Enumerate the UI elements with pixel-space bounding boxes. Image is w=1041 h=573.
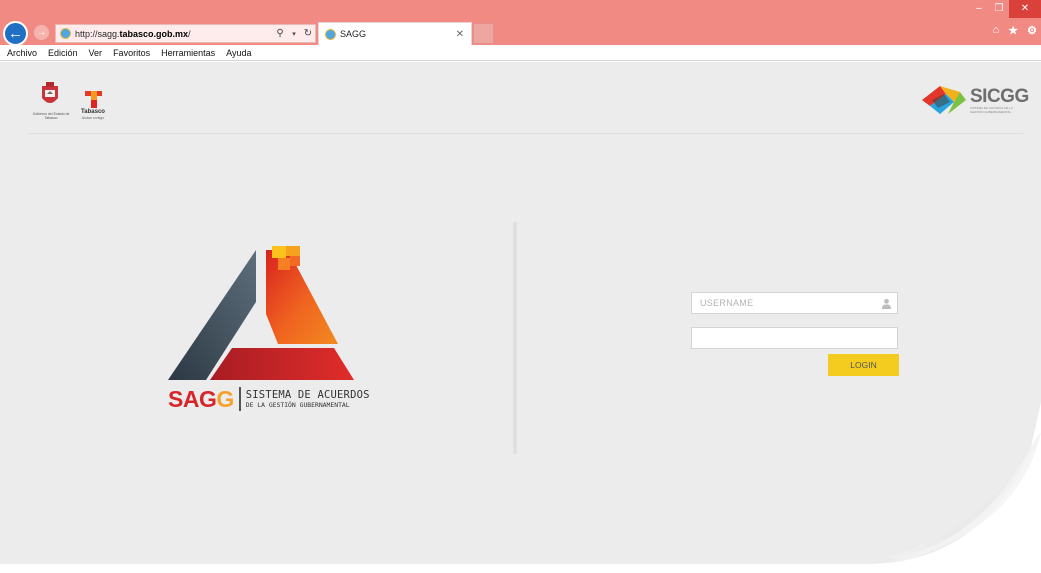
refresh-icon[interactable]: ↻	[301, 28, 315, 39]
back-button[interactable]: ←	[3, 21, 28, 46]
gov-tabasco-logo: Gobierno del Estado de Tabasco	[30, 82, 72, 126]
user-icon	[875, 293, 897, 313]
back-arrow-icon: ←	[8, 25, 23, 42]
password-input[interactable]	[692, 328, 897, 348]
forward-arrow-icon: →	[36, 27, 47, 38]
menu-ayuda[interactable]: Ayuda	[226, 48, 251, 58]
sagg-word: SAGG	[168, 386, 234, 412]
menu-herramientas[interactable]: Herramientas	[161, 48, 215, 58]
header-divider	[28, 133, 1023, 134]
username-field[interactable]	[691, 292, 898, 314]
menu-bar: Archivo Edición Ver Favoritos Herramient…	[0, 45, 1041, 61]
gear-icon[interactable]: ⚙	[1027, 24, 1037, 37]
sagg-wordmark: SAGG SISTEMA DE ACUERDOS DE LA GESTIÓN G…	[168, 386, 370, 412]
restore-button[interactable]: ❐	[989, 0, 1009, 18]
tagline-line-2: DE LA GESTIÓN GUBERNAMENTAL	[245, 401, 350, 409]
ie-icon	[60, 28, 71, 39]
address-bar[interactable]: http://sagg.tabasco.gob.mx/ ⚲ ▾ ↻	[55, 24, 316, 43]
login-button[interactable]: LOGIN	[828, 354, 899, 376]
window-close-button[interactable]: ✕	[1009, 0, 1041, 18]
browser-tools: ⌂ ★ ⚙	[993, 24, 1037, 37]
sagg-triangle-logo	[168, 246, 354, 380]
search-icon[interactable]: ⚲	[273, 28, 287, 39]
tabasco-word: Tabasco	[81, 109, 105, 115]
wordmark-separator	[238, 387, 241, 411]
tabasco-sub: Andan contigo	[81, 116, 105, 120]
forward-button[interactable]: →	[33, 24, 50, 41]
page-curl-decoration	[870, 402, 1041, 564]
new-tab-button[interactable]	[473, 23, 494, 44]
coat-of-arms-icon	[42, 82, 58, 103]
address-url[interactable]: http://sagg.tabasco.gob.mx/	[75, 29, 273, 39]
username-input[interactable]	[692, 293, 875, 313]
password-field[interactable]	[691, 327, 898, 349]
sicgg-cube-icon	[922, 86, 966, 114]
tabasco-logo: Tabasco Andan contigo	[78, 88, 108, 124]
minimize-button[interactable]: –	[969, 0, 989, 18]
tagline-line-1: SISTEMA DE ACUERDOS	[245, 389, 370, 401]
tab-title: SAGG	[340, 29, 367, 39]
sicgg-sub: SISTEMA DE CONTROL DE LA GESTIÓN GUBERNA…	[970, 106, 1013, 114]
bottom-strip	[0, 564, 1041, 573]
gov-caption: Gobierno del Estado de Tabasco	[32, 112, 70, 120]
tabasco-t-icon	[85, 91, 102, 108]
sicgg-word: SICGG	[970, 86, 1029, 107]
home-icon[interactable]: ⌂	[993, 24, 1000, 37]
dropdown-icon[interactable]: ▾	[287, 30, 301, 38]
sagg-tagline: SISTEMA DE ACUERDOS DE LA GESTIÓN GUBERN…	[246, 389, 370, 409]
menu-archivo[interactable]: Archivo	[7, 48, 37, 58]
vertical-divider	[512, 222, 518, 454]
ie-icon	[325, 28, 336, 40]
menu-favoritos[interactable]: Favoritos	[113, 48, 150, 58]
menu-edicion[interactable]: Edición	[48, 48, 78, 58]
close-icon[interactable]: ✕	[456, 29, 464, 40]
menu-ver[interactable]: Ver	[89, 48, 103, 58]
browser-tab[interactable]: SAGG ✕	[318, 22, 472, 45]
window-controls: – ❐ ✕	[969, 0, 1041, 18]
star-icon[interactable]: ★	[1008, 24, 1018, 37]
sicgg-logo: SICGG SISTEMA DE CONTROL DE LA GESTIÓN G…	[918, 80, 1029, 120]
